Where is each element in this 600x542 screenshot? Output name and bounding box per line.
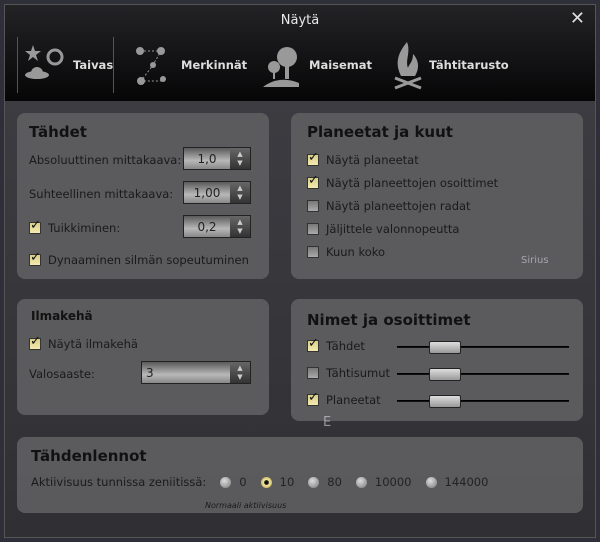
tab-label: Maisemat — [309, 58, 373, 72]
label-option-checkbox[interactable] — [307, 367, 319, 379]
radio-button[interactable] — [220, 476, 232, 488]
panel-title: Ilmakehä — [31, 309, 93, 323]
planet-option-checkbox[interactable] — [307, 150, 319, 166]
dialog-header: Näytä ✕ Taivas Merkinnät Maisemat Tähtit… — [5, 5, 595, 101]
planet-option-label: Jäljittele valonnopeutta — [326, 222, 460, 236]
spin-value: 0,2 — [197, 219, 217, 234]
spin-value: 1,00 — [193, 185, 221, 200]
radio-label: 144000 — [444, 475, 489, 489]
tab-tahtitarusto[interactable]: Tähtitarusto — [393, 37, 509, 93]
label-option-checkbox[interactable] — [307, 390, 319, 406]
planet-option-row[interactable]: Näytä planeettojen osoittimet — [307, 173, 499, 190]
planet-option-row[interactable]: Näytä planeettojen radat — [307, 199, 471, 213]
planet-option-label: Kuun koko — [326, 245, 386, 259]
landscape-icon — [263, 47, 299, 87]
spin-arrows-icon[interactable]: ▲ ▼ — [230, 182, 250, 203]
atmosphere-panel: Ilmakehä Näytä ilmakehä Valosaaste: 3 ▲▼ — [17, 299, 269, 415]
meteor-rate-option[interactable]: 80 — [308, 475, 342, 489]
radio-button[interactable] — [308, 476, 320, 488]
rel-scale-label: Suhteellinen mittakaava: — [29, 187, 174, 201]
tab-merkinnat[interactable]: Merkinnät — [135, 37, 247, 93]
spin-arrows-icon[interactable]: ▲ ▼ — [230, 148, 250, 169]
label-amount-slider[interactable] — [397, 368, 569, 381]
sky-icon — [25, 45, 64, 79]
slider-handle[interactable] — [429, 395, 461, 408]
sky-label-sirius: Sirius — [521, 255, 549, 266]
planet-option-row[interactable]: Näytä planeetat — [307, 150, 419, 167]
show-atmosphere-row[interactable]: Näytä ilmakehä — [29, 334, 138, 351]
meteor-rate-option[interactable]: 0 — [220, 475, 247, 489]
slider-handle[interactable] — [429, 341, 461, 354]
meteor-rate-row: Aktiivisuus tunnissa zeniitissä: 0 10 80 10… — [31, 475, 502, 489]
twinkle-checkbox[interactable] — [29, 218, 41, 234]
meteors-panel: Tähdenlennot Aktiivisuus tunnissa zeniit… — [17, 437, 583, 513]
planet-option-label: Näytä planeettojen osoittimet — [326, 176, 499, 190]
tab-label: Merkinnät — [181, 58, 248, 72]
planet-option-row[interactable]: Jäljittele valonnopeutta — [307, 222, 459, 236]
tab-taivas[interactable]: Taivas — [23, 37, 113, 93]
spin-value: 3 — [146, 365, 154, 380]
twinkle-label: Tuikkiminen: — [48, 221, 121, 235]
close-x-icon[interactable]: ✕ — [570, 8, 585, 29]
panel-title: Nimet ja osoittimet — [307, 311, 471, 329]
meteor-rate-option[interactable]: 10000 — [355, 475, 412, 489]
planet-option-label: Näytä planeetat — [326, 153, 419, 167]
abs-scale-label: Absoluuttinen mittakaava: — [29, 153, 182, 167]
planet-option-row[interactable]: Kuun koko — [307, 245, 385, 259]
panel-title: Planeetat ja kuut — [307, 123, 453, 141]
show-atmosphere-label: Näytä ilmakehä — [48, 337, 138, 351]
panel-title: Tähdenlennot — [31, 447, 147, 465]
campfire-icon — [394, 42, 422, 90]
radio-label: 0 — [239, 475, 247, 489]
show-atmosphere-checkbox[interactable] — [29, 334, 41, 350]
radio-button[interactable] — [260, 476, 272, 488]
slider-handle[interactable] — [429, 368, 461, 381]
meteor-rate-label: Aktiivisuus tunnissa zeniitissä: — [31, 475, 207, 489]
stars-panel: Tähdet Absoluuttinen mittakaava: 1,0 ▲ ▼ S… — [17, 113, 269, 279]
radio-button[interactable] — [355, 476, 367, 488]
planet-option-checkbox[interactable] — [307, 200, 319, 212]
planet-option-checkbox[interactable] — [307, 246, 319, 258]
labels-panel: Nimet ja osoittimet Tähdet Tähtisumut Plan… — [291, 299, 583, 421]
meteor-rate-option[interactable]: 144000 — [425, 475, 489, 489]
tab-maisemat[interactable]: Maisemat — [263, 37, 372, 93]
light-pollution-label: Valosaaste: — [29, 367, 95, 381]
meteor-rate-option[interactable]: 10 — [260, 475, 295, 489]
radio-label: 80 — [327, 475, 342, 489]
radio-label: 10 — [279, 475, 295, 489]
rel-scale-spinbox[interactable]: 1,00 ▲ ▼ — [183, 181, 251, 204]
dialog-title: Näytä — [280, 13, 320, 28]
radio-button[interactable] — [425, 476, 437, 488]
spin-arrows-icon[interactable]: ▲ ▼ — [230, 362, 250, 383]
planet-option-checkbox[interactable] — [307, 173, 319, 189]
label-option-label: Planeetat — [326, 393, 381, 407]
dynamic-eye-row[interactable]: Dynaaminen silmän sopeutuminen — [29, 250, 249, 267]
view-dialog: Näytä ✕ Taivas Merkinnät Maisemat Tähtit… — [4, 4, 596, 538]
twinkle-spinbox[interactable]: 0,2 ▲ ▼ — [183, 215, 251, 238]
planet-option-label: Näytä planeettojen radat — [326, 199, 471, 213]
dynamic-eye-checkbox[interactable] — [29, 250, 41, 266]
tab-label: Taivas — [73, 58, 114, 72]
twinkle-row[interactable]: Tuikkiminen: — [29, 218, 121, 235]
label-amount-slider[interactable] — [397, 341, 569, 354]
panel-title: Tähdet — [29, 123, 87, 141]
abs-scale-spinbox[interactable]: 1,0 ▲ ▼ — [183, 147, 251, 170]
dynamic-eye-label: Dynaaminen silmän sopeutuminen — [48, 253, 249, 267]
label-option-row[interactable]: Tähtisumut — [307, 366, 390, 380]
constellation-icon — [136, 47, 166, 85]
label-option-label: Tähdet — [326, 339, 365, 353]
tab-label: Tähtitarusto — [429, 58, 509, 72]
label-option-row[interactable]: Planeetat — [307, 390, 381, 407]
meteor-rate-description: Normaali aktiivisuus — [205, 501, 287, 510]
label-option-label: Tähtisumut — [326, 366, 391, 380]
radio-label: 10000 — [374, 475, 412, 489]
sky-label-east: E — [323, 415, 332, 430]
spin-arrows-icon[interactable]: ▲ ▼ — [230, 216, 250, 237]
label-option-row[interactable]: Tähdet — [307, 336, 365, 353]
light-pollution-spinbox[interactable]: 3 ▲ ▼ — [141, 361, 251, 384]
label-amount-slider[interactable] — [397, 395, 569, 408]
planet-option-checkbox[interactable] — [307, 223, 319, 235]
label-option-checkbox[interactable] — [307, 336, 319, 352]
spin-value: 1,0 — [197, 151, 217, 166]
